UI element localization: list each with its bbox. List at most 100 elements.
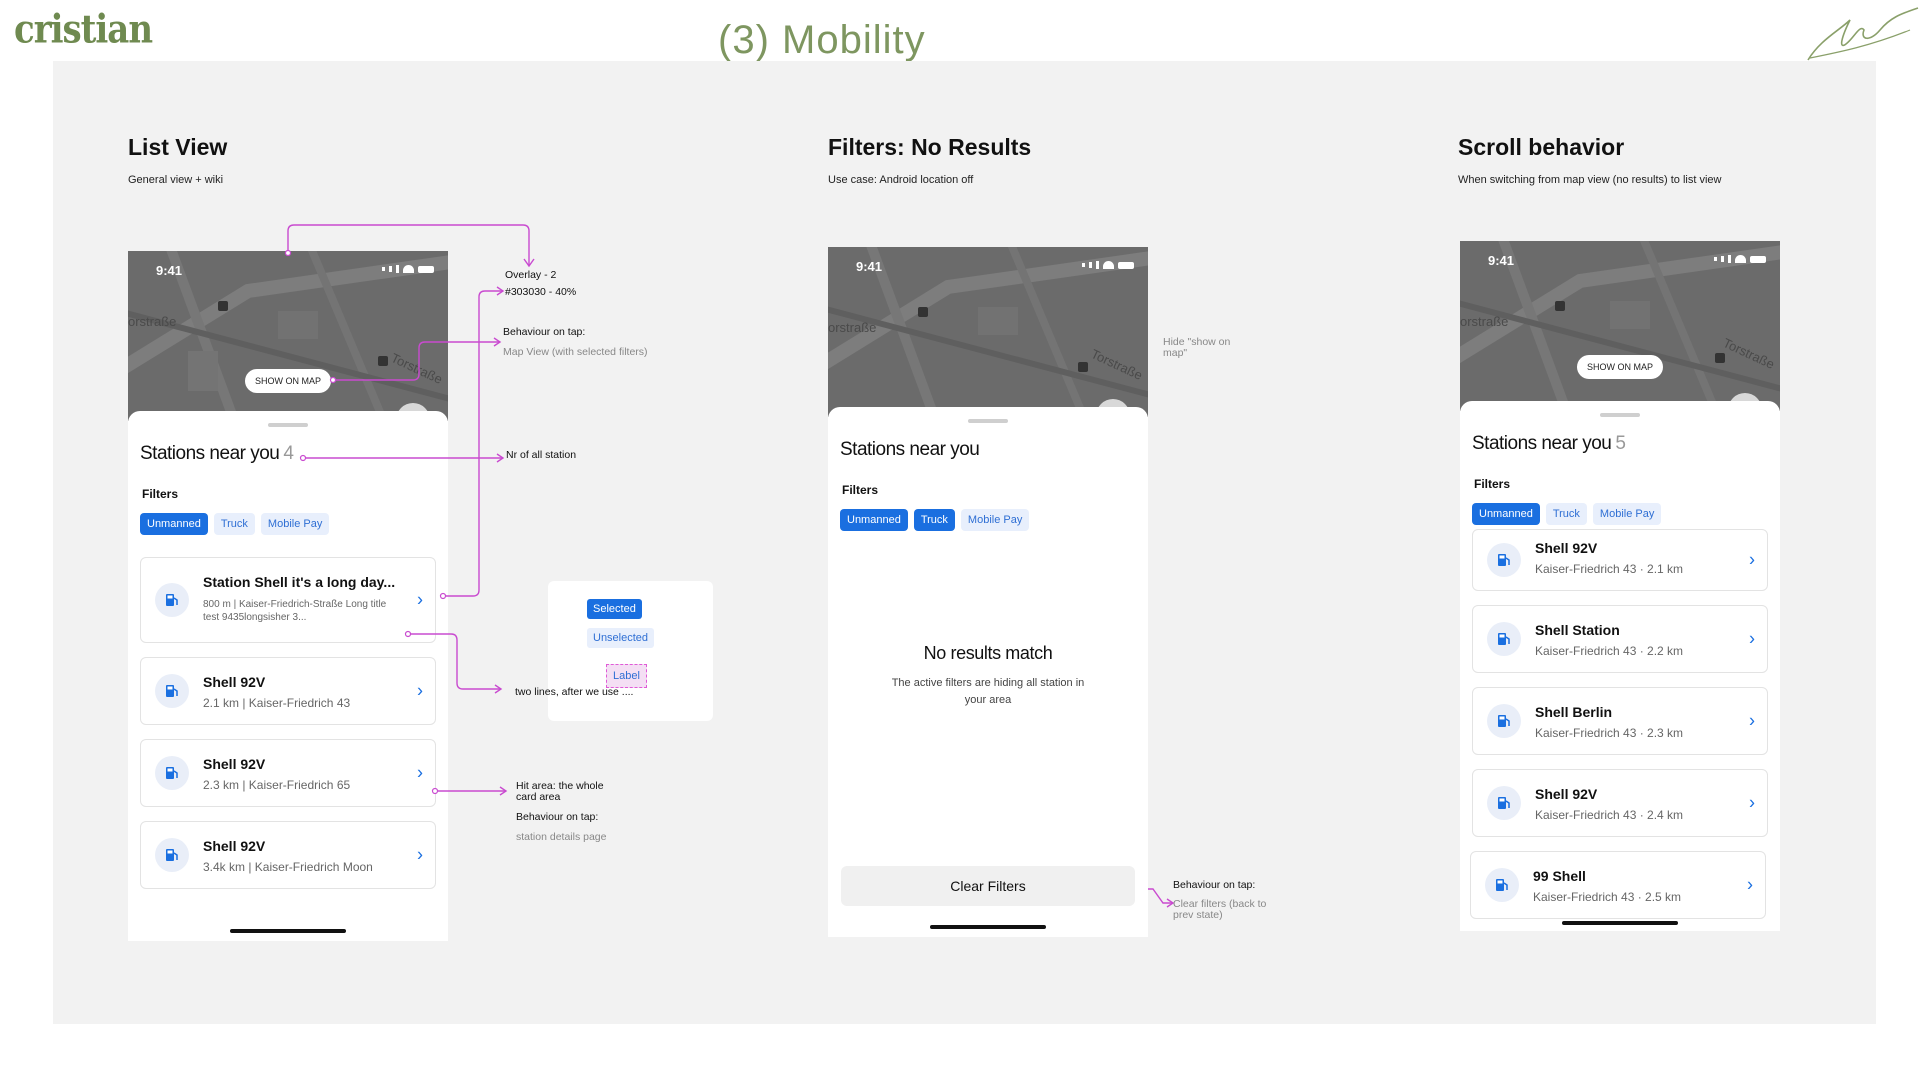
- station-title: 99 Shell: [1533, 868, 1586, 884]
- signal-icon: [389, 266, 392, 272]
- legend-label-chip: Label: [606, 664, 647, 688]
- station-title: Shell 92V: [203, 838, 266, 854]
- chip-state-legend: Selected Unselected Label: [548, 581, 713, 721]
- scroll-title: Scroll behavior: [1458, 134, 1625, 160]
- map-area[interactable]: orstraße Torstraße 9:41 SHOW ON MAP +: [1460, 241, 1780, 411]
- svg-text:orstraße: orstraße: [128, 314, 176, 329]
- sheet-title: Stations near you 5: [1472, 433, 1780, 455]
- status-time: 9:41: [856, 259, 883, 274]
- fuel-pump-icon: [155, 674, 189, 708]
- legend-selected-chip: Selected: [587, 599, 642, 619]
- station-card[interactable]: Shell 92V Kaiser-Friedrich 43 · 2.4 km ›: [1472, 769, 1768, 837]
- chevron-right-icon: ›: [1749, 792, 1755, 813]
- annotation-hit-area: Hit area: the whole card area: [516, 780, 604, 803]
- annotation-tap-card-title: Behaviour on tap:: [516, 811, 599, 823]
- home-indicator: [930, 925, 1046, 929]
- filter-chips: Unmanned Truck Mobile Pay: [1472, 503, 1780, 525]
- station-title: Shell 92V: [203, 674, 266, 690]
- signal-icon: [1089, 262, 1092, 268]
- station-subtitle: Kaiser-Friedrich 43 · 2.2 km: [1535, 644, 1684, 658]
- chip-unmanned[interactable]: Unmanned: [1472, 503, 1540, 525]
- signal-icon: [1728, 255, 1731, 263]
- signature-icon: [1807, 7, 1919, 61]
- show-on-map-button[interactable]: SHOW ON MAP: [244, 369, 332, 393]
- sheet-handle[interactable]: [1600, 413, 1640, 417]
- station-title: Shell 92V: [203, 756, 266, 772]
- filter-chips: Unmanned Truck Mobile Pay: [140, 513, 448, 535]
- station-count: 4: [283, 443, 294, 464]
- annotation-overlay-color: #303030 - 40%: [505, 286, 577, 298]
- chip-unmanned[interactable]: Unmanned: [140, 513, 208, 535]
- legend-unselected-chip: Unselected: [587, 628, 655, 648]
- chevron-right-icon: ›: [417, 844, 423, 865]
- chip-unmanned[interactable]: Unmanned: [840, 509, 908, 531]
- list-view-phone: orstraße Torstraße 9:41 SHOW ON MAP + St…: [128, 251, 448, 941]
- filter-chips: Unmanned Truck Mobile Pay: [840, 509, 1148, 531]
- chip-truck[interactable]: Truck: [1545, 503, 1587, 525]
- chevron-right-icon: ›: [417, 680, 423, 701]
- annotation-tap-card-text: station details page: [516, 831, 607, 843]
- fuel-pump-icon: [1487, 543, 1521, 577]
- sheet-handle[interactable]: [268, 423, 308, 427]
- signal-icon: [396, 265, 399, 273]
- station-title: Shell 92V: [1535, 786, 1598, 802]
- fuel-pump-icon: [1487, 786, 1521, 820]
- chip-truck[interactable]: Truck: [213, 513, 255, 535]
- station-card[interactable]: Shell 92V 2.3 km | Kaiser-Friedrich 65 ›: [140, 739, 436, 807]
- no-results-subtitle: Use case: Android location off: [828, 174, 974, 186]
- annotation-tap-clear-text: Clear filters (back to prev state): [1173, 898, 1267, 921]
- fuel-pump-icon: [1487, 704, 1521, 738]
- map-area[interactable]: orstraße Torstraße 9:41 +: [828, 247, 1148, 417]
- station-card[interactable]: 99 Shell Kaiser-Friedrich 43 · 2.5 km ›: [1470, 851, 1766, 919]
- station-subtitle: Kaiser-Friedrich 43 · 2.5 km: [1533, 890, 1682, 904]
- page-title: (3) Mobility: [718, 18, 926, 62]
- chip-mobile-pay[interactable]: Mobile Pay: [1592, 503, 1662, 525]
- signal-icon: [1096, 261, 1099, 269]
- clear-filters-button[interactable]: Clear Filters: [841, 866, 1135, 906]
- scroll-subtitle: When switching from map view (no results…: [1458, 174, 1722, 186]
- sheet-title: Stations near you: [840, 439, 980, 460]
- wifi-icon: [1735, 255, 1746, 263]
- home-indicator: [1562, 921, 1678, 925]
- fuel-pump-icon: [1487, 622, 1521, 656]
- annotation-tap-map-text: Map View (with selected filters): [503, 346, 648, 358]
- filters-label: Filters: [142, 487, 179, 501]
- station-card[interactable]: Station Shell it's a long day... 800 m |…: [140, 557, 436, 643]
- station-card[interactable]: Shell Berlin Kaiser-Friedrich 43 · 2.3 k…: [1472, 687, 1768, 755]
- wifi-icon: [1103, 261, 1114, 269]
- annotation-two-lines: two lines, after we use ....: [515, 686, 634, 698]
- status-icons: [1082, 261, 1134, 269]
- signal-icon: [1714, 257, 1717, 261]
- station-subtitle: Kaiser-Friedrich 43 · 2.4 km: [1535, 808, 1684, 822]
- scroll-phone: orstraße Torstraße 9:41 SHOW ON MAP + St…: [1460, 241, 1780, 931]
- station-card[interactable]: Shell 92V 2.1 km | Kaiser-Friedrich 43 ›: [140, 657, 436, 725]
- chevron-right-icon: ›: [417, 762, 423, 783]
- chevron-right-icon: ›: [417, 589, 423, 610]
- map-area[interactable]: orstraße Torstraße 9:41 SHOW ON MAP +: [128, 251, 448, 421]
- status-icons: [1714, 255, 1766, 263]
- station-card[interactable]: Shell 92V 3.4k km | Kaiser-Friedrich Moo…: [140, 821, 436, 889]
- chevron-right-icon: ›: [1749, 710, 1755, 731]
- battery-icon: [1750, 255, 1766, 263]
- empty-state-text: The active filters are hiding all statio…: [891, 677, 1085, 706]
- empty-state-title: No results match: [923, 643, 1053, 663]
- station-card[interactable]: Shell Station Kaiser-Friedrich 43 · 2.2 …: [1472, 605, 1768, 673]
- station-subtitle: 800 m | Kaiser-Friedrich-Straße Long tit…: [203, 599, 387, 623]
- chevron-right-icon: ›: [1749, 628, 1755, 649]
- sheet-handle[interactable]: [968, 419, 1008, 423]
- chip-truck[interactable]: Truck: [913, 509, 955, 531]
- station-title: Station Shell it's a long day...: [203, 574, 396, 590]
- list-view-subtitle: General view + wiki: [128, 174, 224, 186]
- sheet-title-text: Stations near you: [1472, 433, 1612, 454]
- station-subtitle: Kaiser-Friedrich 43 · 2.1 km: [1535, 562, 1684, 576]
- chip-mobile-pay[interactable]: Mobile Pay: [960, 509, 1030, 531]
- signal-icon: [382, 267, 385, 271]
- svg-text:orstraße: orstraße: [828, 320, 876, 335]
- station-count: 5: [1615, 433, 1626, 454]
- station-card[interactable]: Shell 92V Kaiser-Friedrich 43 · 2.1 km ›: [1472, 529, 1768, 591]
- show-on-map-button[interactable]: SHOW ON MAP: [1576, 355, 1664, 379]
- station-title: Shell Berlin: [1535, 704, 1613, 720]
- chip-mobile-pay[interactable]: Mobile Pay: [260, 513, 330, 535]
- station-title: Shell Station: [1535, 622, 1620, 638]
- brand-logo: cristian: [14, 7, 153, 53]
